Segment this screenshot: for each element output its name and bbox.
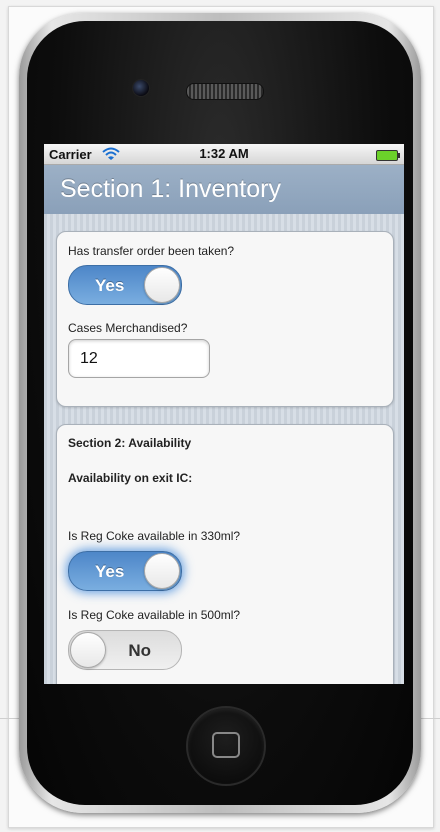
- toggle-knob: [70, 632, 106, 668]
- cases-merchandised-input[interactable]: [68, 339, 210, 378]
- coke-500ml-toggle[interactable]: No: [68, 630, 182, 670]
- speaker-icon: [186, 83, 264, 100]
- toggle-label: Yes: [95, 562, 125, 581]
- coke-500ml-label: Is Reg Coke available in 500ml?: [68, 608, 241, 622]
- home-button-icon[interactable]: [186, 706, 266, 786]
- section2-card: Section 2: Availability Availability on …: [56, 424, 394, 684]
- device-screen: Carrier 1:32 AM Section 1: Inventory Has…: [44, 144, 404, 684]
- coke-330ml-label: Is Reg Coke available in 330ml?: [68, 529, 241, 543]
- toggle-label: Yes: [95, 276, 125, 295]
- transfer-order-label: Has transfer order been taken?: [68, 244, 235, 258]
- section2-heading: Section 2: Availability: [68, 436, 192, 450]
- section1-card: Has transfer order been taken? Yes Cases…: [56, 231, 394, 407]
- battery-icon: [376, 150, 400, 161]
- navigation-bar: Section 1: Inventory: [44, 165, 404, 215]
- cases-merchandised-label: Cases Merchandised?: [68, 321, 188, 335]
- toggle-knob: [144, 267, 180, 303]
- availability-subheading: Availability on exit IC:: [68, 471, 193, 485]
- home-square-icon: [212, 732, 240, 758]
- camera-icon: [132, 79, 150, 97]
- coke-330ml-toggle[interactable]: Yes: [68, 551, 182, 591]
- transfer-order-toggle[interactable]: Yes: [68, 265, 182, 305]
- toggle-knob: [144, 553, 180, 589]
- page-title: Section 1: Inventory: [60, 175, 281, 203]
- status-bar: Carrier 1:32 AM: [44, 144, 404, 165]
- status-time: 1:32 AM: [199, 146, 249, 161]
- form-content[interactable]: Has transfer order been taken? Yes Cases…: [44, 214, 404, 684]
- toggle-label: No: [128, 641, 151, 660]
